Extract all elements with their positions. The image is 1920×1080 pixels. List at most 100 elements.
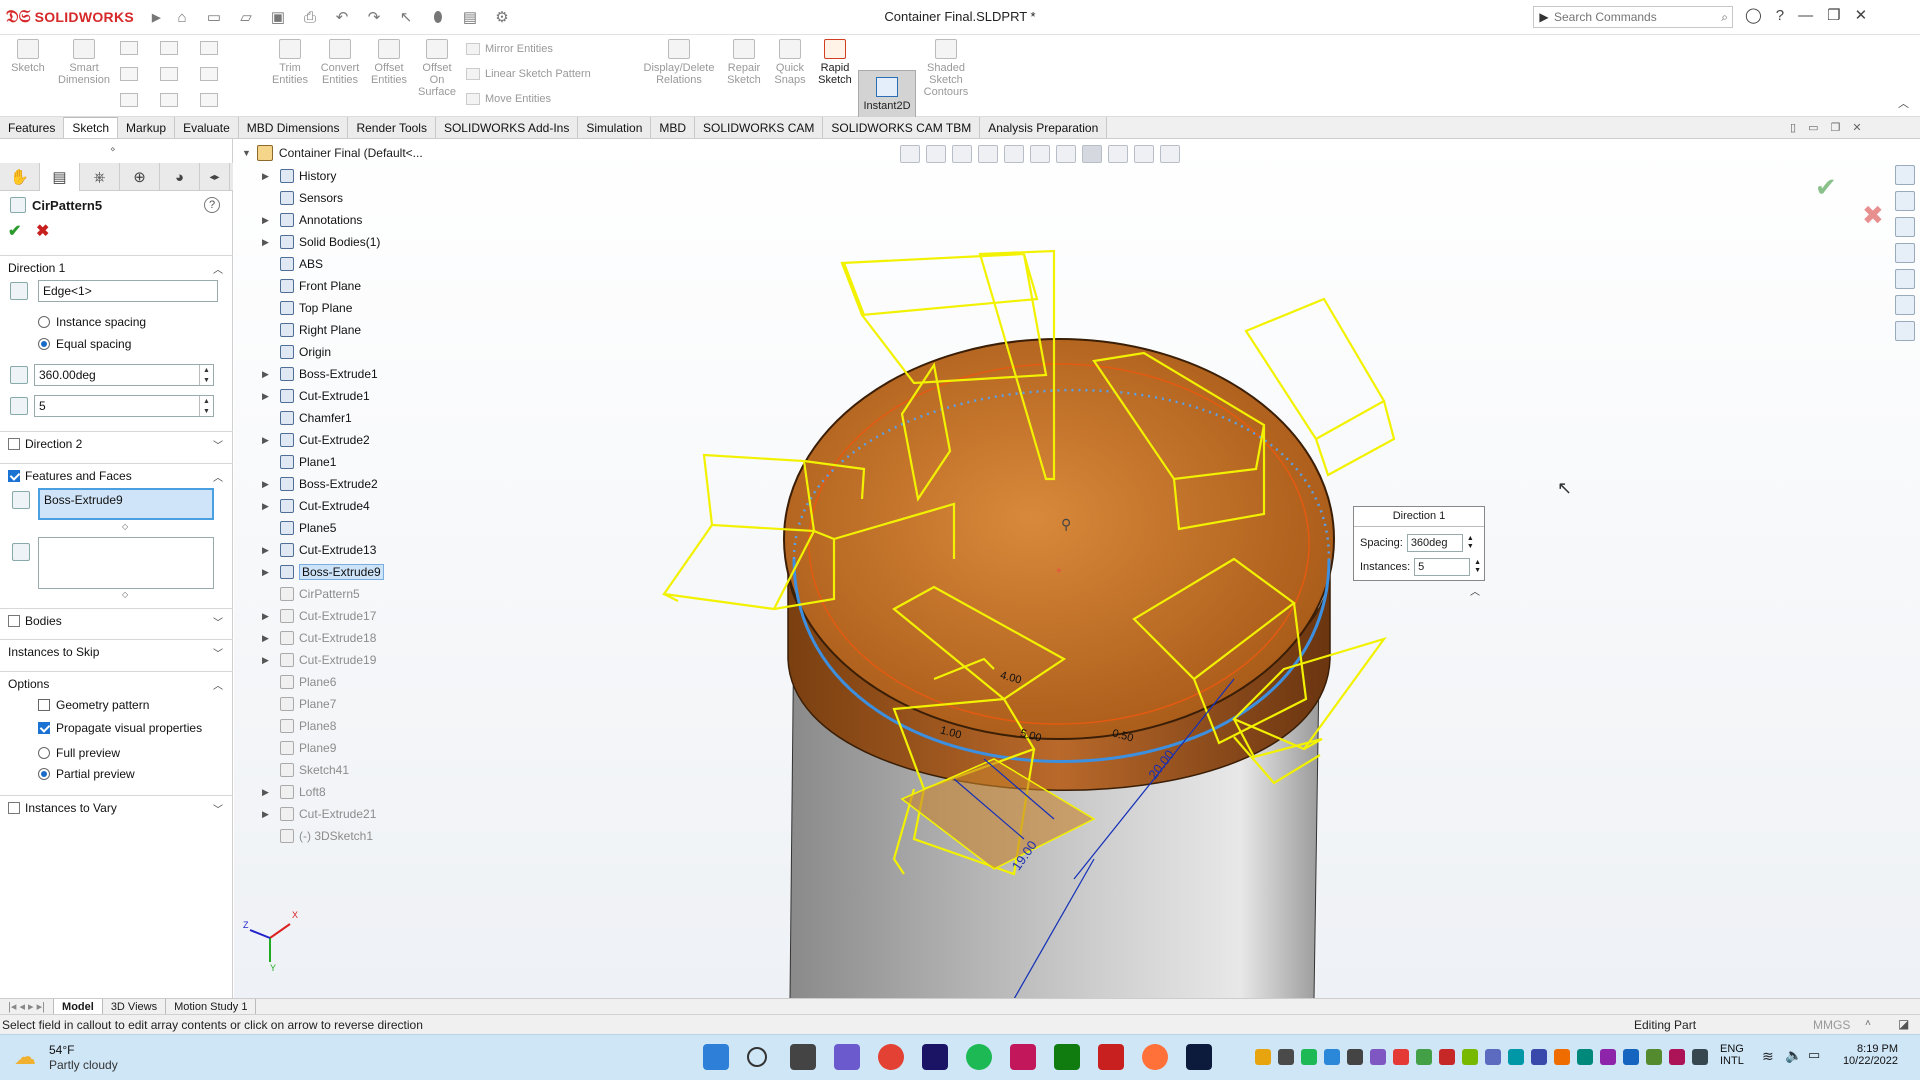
view-palette-icon[interactable] — [1895, 269, 1915, 289]
tree-item[interactable]: ▶ Cut-Extrude21 — [262, 805, 376, 823]
tree-item[interactable]: ▶ Boss-Extrude1 — [262, 365, 378, 383]
convert-entities-button[interactable]: Convert Entities — [316, 39, 364, 86]
tree-item[interactable]: Plane6 — [262, 673, 336, 691]
list-resize-handle[interactable]: ◇ — [122, 522, 128, 531]
dimxpert-tab[interactable]: ⊕ — [120, 163, 160, 191]
account-icon[interactable]: ◯ — [1745, 6, 1762, 24]
save-icon[interactable]: ▣ — [266, 6, 290, 28]
tab-mbd-dimensions[interactable]: MBD Dimensions — [238, 117, 349, 138]
print-icon[interactable]: ⎙ — [298, 6, 322, 28]
tree-item[interactable]: ▶ Boss-Extrude9 — [262, 563, 384, 581]
sketch-button[interactable]: Sketch — [10, 39, 46, 74]
tray-app9-icon[interactable] — [1554, 1049, 1570, 1065]
callout-spacing-input[interactable]: 360deg — [1406, 534, 1463, 552]
new-document-icon[interactable]: ▭ — [202, 6, 226, 28]
tree-expand-icon[interactable]: ▶ — [262, 435, 272, 446]
display-style-icon[interactable] — [1056, 145, 1076, 163]
language-indicator[interactable]: ENG INTL — [1720, 1043, 1744, 1067]
file-explorer-icon[interactable] — [1895, 243, 1915, 263]
tree-item[interactable]: ▶ Cut-Extrude4 — [262, 497, 370, 515]
spin-down-icon[interactable]: ▼ — [203, 408, 210, 415]
tree-collapse-icon[interactable]: ▼ — [242, 148, 251, 158]
instance-spacing-radio[interactable] — [38, 316, 50, 328]
scroll-right-icon[interactable]: ▸ — [215, 172, 220, 183]
bodies-checkbox[interactable] — [8, 614, 20, 627]
tab-motion-study[interactable]: Motion Study 1 — [166, 999, 257, 1014]
hide-show-items-icon[interactable] — [1082, 145, 1102, 163]
tray-app3-icon[interactable] — [1393, 1049, 1409, 1065]
restore-icon[interactable]: ❐ — [1827, 6, 1840, 24]
instances-spinner[interactable]: ▲ ▼ — [199, 396, 213, 416]
tray-bluetooth-icon[interactable] — [1623, 1049, 1639, 1065]
menu-expand-icon[interactable]: ▶ — [152, 11, 160, 24]
tab-solidworks-add-ins[interactable]: SOLIDWORKS Add-Ins — [435, 117, 579, 138]
view-orientation-icon[interactable] — [1030, 145, 1050, 163]
tree-item[interactable]: Right Plane — [262, 321, 361, 339]
firefox-icon[interactable] — [1142, 1044, 1168, 1070]
linear-sketch-pattern-button[interactable]: Linear Sketch Pattern — [466, 68, 591, 80]
propagate-visual-option[interactable]: Propagate visual properties — [38, 721, 202, 735]
tray-app2-icon[interactable] — [1370, 1049, 1386, 1065]
tray-onedrive-icon[interactable] — [1324, 1049, 1340, 1065]
tree-expand-icon[interactable]: ▶ — [262, 391, 272, 402]
confirm-check-icon[interactable]: ✔ — [1815, 172, 1837, 203]
custom-properties-icon[interactable] — [1895, 321, 1915, 341]
feature-tree-root[interactable]: ▼ Container Final (Default<... — [242, 145, 423, 161]
spin-down-icon[interactable]: ▼ — [203, 377, 210, 384]
file-properties-icon[interactable]: ▤ — [458, 6, 482, 28]
move-entities-button[interactable]: Move Entities — [466, 93, 551, 105]
propagate-visual-checkbox[interactable] — [38, 722, 50, 734]
next-tab-icon[interactable]: ▸ — [28, 1000, 34, 1013]
appearances-icon[interactable] — [1895, 295, 1915, 315]
camera-app-icon[interactable] — [1010, 1044, 1036, 1070]
tray-app7-icon[interactable] — [1508, 1049, 1524, 1065]
redo-icon[interactable]: ↷ — [362, 6, 386, 28]
spin-up-icon[interactable]: ▲ — [203, 398, 210, 405]
weather-temp[interactable]: 54°F — [49, 1043, 74, 1057]
offset-entities-button[interactable]: Offset Entities — [366, 39, 412, 86]
solidworks-resources-icon[interactable] — [1895, 165, 1915, 185]
model-viewport[interactable]: + ⚲ — [234, 139, 1920, 999]
tree-expand-icon[interactable]: ▶ — [262, 567, 272, 578]
tab-simulation[interactable]: Simulation — [578, 117, 652, 138]
trim-entities-button[interactable]: Trim Entities — [270, 39, 310, 86]
rapid-sketch-button[interactable]: Rapid Sketch — [815, 39, 855, 86]
confirm-cancel-icon[interactable]: ✖ — [1862, 200, 1884, 231]
tree-item[interactable]: ▶ Cut-Extrude19 — [262, 651, 376, 669]
last-tab-icon[interactable]: ▸| — [37, 1000, 45, 1013]
view-settings-icon[interactable] — [1160, 145, 1180, 163]
windows-start-icon[interactable] — [703, 1044, 729, 1070]
tray-app5-icon[interactable] — [1439, 1049, 1455, 1065]
tree-expand-icon[interactable]: ▶ — [262, 501, 272, 512]
doc-restore-icon[interactable]: ❐ — [1830, 121, 1840, 134]
minimize-icon[interactable]: — — [1798, 7, 1813, 24]
equal-spacing-option[interactable]: Equal spacing — [38, 337, 131, 351]
zoom-to-area-icon[interactable] — [926, 145, 946, 163]
home-icon[interactable]: ⌂ — [170, 6, 194, 28]
tree-item[interactable]: Plane5 — [262, 519, 336, 537]
offset-on-surface-button[interactable]: Offset On Surface — [414, 39, 460, 98]
tab-nav-arrows[interactable]: |◂ ◂ ▸ ▸| — [0, 999, 55, 1014]
circle-icon[interactable] — [160, 41, 178, 55]
rectangle-icon[interactable] — [120, 67, 138, 81]
tree-item[interactable]: Plane8 — [262, 717, 336, 735]
tab-render-tools[interactable]: Render Tools — [348, 117, 436, 138]
features-to-pattern-list[interactable]: Boss-Extrude9 — [38, 488, 214, 520]
search-input[interactable] — [1554, 10, 1694, 24]
callout-instances-spinner[interactable]: ▲ ▼ — [1474, 559, 1481, 575]
direction2-checkbox[interactable] — [8, 437, 20, 450]
tab-scroll-arrows[interactable]: ◂ ▸ — [200, 163, 230, 191]
tree-expand-icon[interactable]: ▶ — [262, 809, 272, 820]
spin-up-icon[interactable]: ▲ — [203, 367, 210, 374]
help-icon[interactable]: ? — [1776, 7, 1784, 24]
direction2-section-header[interactable]: Direction 2 ﹀ — [0, 431, 233, 455]
rebuild-icon[interactable]: ⬮ — [426, 6, 450, 28]
design-library-icon[interactable] — [1895, 217, 1915, 237]
instance-spacing-option[interactable]: Instance spacing — [38, 315, 146, 329]
tab-3d-views[interactable]: 3D Views — [103, 999, 167, 1014]
tree-item[interactable]: Plane7 — [262, 695, 336, 713]
dynamic-annotation-icon[interactable] — [1004, 145, 1024, 163]
tab-mbd[interactable]: MBD — [651, 117, 696, 138]
expand-icon[interactable]: ﹀ — [213, 437, 223, 452]
unit-dropdown-icon[interactable]: ˄ — [1865, 1018, 1871, 1029]
